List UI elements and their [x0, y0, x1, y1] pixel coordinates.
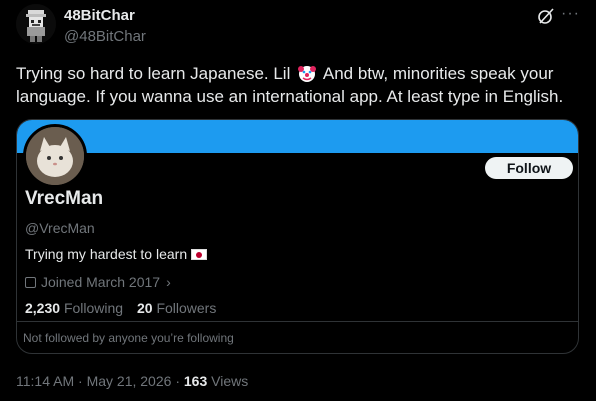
views-label: Views: [211, 373, 249, 389]
card-divider: [17, 321, 578, 322]
profile-banner: [17, 120, 578, 153]
followers-link[interactable]: 20 Followers: [137, 300, 226, 316]
meta-separator: ·: [175, 373, 180, 389]
card-bio: Trying my hardest to learn: [25, 246, 208, 262]
card-footer-text: Not followed by anyone you’re following: [23, 331, 234, 345]
joined-text: Joined March 2017: [41, 274, 161, 290]
author-name[interactable]: 48BitChar: [64, 7, 135, 24]
following-link[interactable]: 2,230 Following: [25, 300, 133, 316]
followers-label: Followers: [156, 300, 217, 316]
clown-face-icon: [298, 66, 317, 82]
japan-flag-icon: [191, 249, 208, 260]
post-meta: 11:14 AM · May 21, 2026 · 163 Views: [16, 373, 248, 389]
following-count: 2,230: [25, 300, 61, 316]
post-date[interactable]: May 21, 2026: [87, 373, 172, 389]
meta-separator: ·: [78, 373, 83, 389]
card-handle[interactable]: @VrecMan: [25, 220, 95, 236]
card-display-name[interactable]: VrecMan: [25, 188, 103, 210]
grok-icon[interactable]: [537, 7, 555, 25]
author-avatar[interactable]: [16, 4, 56, 44]
follow-button[interactable]: Follow: [485, 157, 573, 179]
cat-photo-image: [26, 127, 84, 185]
pixel-character-image: [16, 4, 56, 44]
post-text: Trying so hard to learn Japanese. Lil An…: [16, 62, 576, 108]
card-avatar[interactable]: [23, 124, 87, 188]
followers-count: 20: [136, 300, 153, 316]
calendar-icon: [25, 277, 36, 288]
joined-date: Joined March 2017 ›: [25, 274, 171, 290]
chevron-right-icon[interactable]: ›: [166, 274, 171, 290]
follow-stats: 2,230 Following 20 Followers: [25, 300, 226, 316]
author-handle[interactable]: @48BitChar: [64, 28, 146, 45]
post-text-part-1: Trying so hard to learn Japanese. Lil: [16, 64, 296, 83]
views-count: 163: [183, 373, 208, 389]
more-horizontal-icon[interactable]: ···: [561, 5, 580, 23]
profile-card[interactable]: Follow VrecMan @VrecMan Trying my hardes…: [16, 119, 579, 354]
post-time[interactable]: 11:14 AM: [16, 373, 74, 389]
card-bio-text: Trying my hardest to learn: [25, 246, 188, 262]
following-label: Following: [63, 300, 124, 316]
